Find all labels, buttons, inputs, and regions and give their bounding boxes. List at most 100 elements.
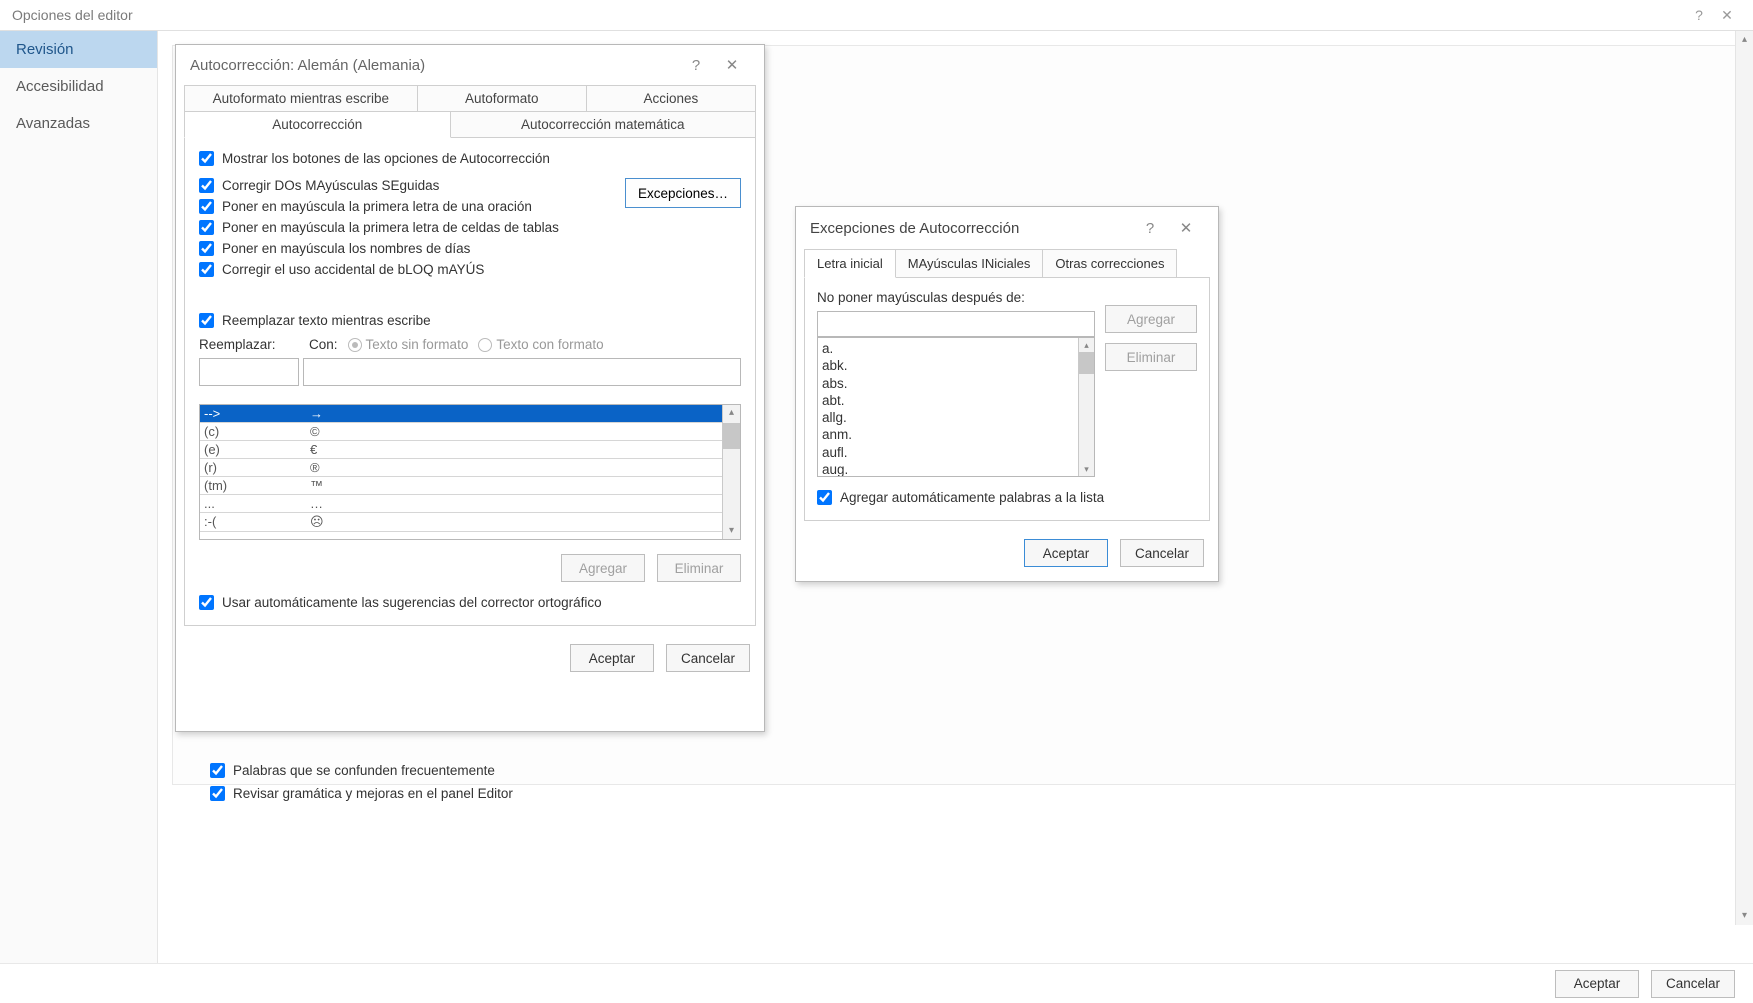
cb-show-buttons[interactable] (199, 151, 214, 166)
cb-replace-row: Reemplazar texto mientras escribe (199, 310, 741, 331)
scroll-down-icon[interactable]: ▾ (1079, 462, 1094, 476)
cb-show-buttons-row: Mostrar los botones de las opciones de A… (199, 148, 741, 169)
tab-first-letter[interactable]: Letra inicial (804, 249, 896, 278)
tab-math-autocorrect[interactable]: Autocorrección matemática (450, 111, 756, 138)
exceptions-list[interactable]: a.abk.abs.abt.allg.anm.aufl.aug. ▴ ▾ (817, 337, 1095, 477)
cell-from: ... (200, 495, 306, 512)
table-row[interactable]: (c)© (200, 423, 722, 441)
cb-days[interactable] (199, 241, 214, 256)
editor-cancel-button[interactable]: Cancelar (1651, 970, 1735, 998)
cb-label: Poner en mayúscula la primera letra de c… (222, 220, 559, 235)
scroll-up-icon[interactable]: ▴ (723, 405, 740, 421)
scroll-thumb[interactable] (723, 423, 740, 449)
cb-auto-add[interactable] (817, 490, 832, 505)
radio-formatted-text[interactable]: Texto con formato (478, 337, 603, 352)
exceptions-delete-button[interactable]: Eliminar (1105, 343, 1197, 371)
cb-label: Usar automáticamente las sugerencias del… (222, 595, 602, 610)
check-confused-words-row: Palabras que se confunden frecuentemente (184, 759, 1719, 782)
list-item[interactable]: abs. (822, 375, 1074, 392)
scroll-down-icon[interactable]: ▾ (723, 523, 740, 539)
help-icon[interactable]: ? (1132, 220, 1168, 237)
radio-label: Texto con formato (496, 337, 603, 352)
list-item[interactable]: aug. (822, 461, 1074, 476)
cb-two-caps[interactable] (199, 178, 214, 193)
cb-capslock[interactable] (199, 262, 214, 277)
table-row[interactable]: (tm)™ (200, 477, 722, 495)
table-row[interactable]: (e)€ (200, 441, 722, 459)
table-row[interactable]: (r)® (200, 459, 722, 477)
cell-to: € (306, 441, 722, 458)
exceptions-ok-button[interactable]: Aceptar (1024, 539, 1108, 567)
help-icon[interactable]: ? (678, 57, 714, 74)
check-confused-words[interactable] (210, 763, 225, 778)
list-item[interactable]: abk. (822, 357, 1074, 374)
list-item[interactable]: abt. (822, 392, 1074, 409)
radio-icon (348, 338, 362, 352)
cb-label: Agregar automáticamente palabras a la li… (840, 490, 1104, 505)
tab-label: Letra inicial (817, 256, 883, 271)
cb-replace[interactable] (199, 313, 214, 328)
scroll-thumb[interactable] (1079, 352, 1094, 374)
table-row[interactable]: -->→ (200, 405, 722, 423)
replace-input[interactable] (199, 358, 299, 386)
tab-actions[interactable]: Acciones (586, 85, 756, 112)
replace-scrollbar[interactable]: ▴ ▾ (722, 405, 740, 539)
autocorrect-title: Autocorrección: Alemán (Alemania) (190, 57, 425, 74)
radio-label: Texto sin formato (366, 337, 469, 352)
tab-other-corrections[interactable]: Otras correcciones (1042, 249, 1177, 278)
close-icon[interactable]: ✕ (714, 56, 750, 74)
button-label: Cancelar (1666, 976, 1720, 991)
replace-delete-button[interactable]: Eliminar (657, 554, 741, 582)
list-item[interactable]: anm. (822, 426, 1074, 443)
exceptions-add-button[interactable]: Agregar (1105, 305, 1197, 333)
autocorrect-tabs: Autoformato mientras escribe Autoformato… (176, 85, 764, 138)
close-icon[interactable]: ✕ (1713, 7, 1741, 24)
table-row[interactable]: :-(☹ (200, 513, 722, 532)
exceptions-cancel-button[interactable]: Cancelar (1120, 539, 1204, 567)
button-label: Aceptar (1043, 546, 1090, 561)
close-icon[interactable]: ✕ (1168, 219, 1204, 237)
sidebar-item-avanzadas[interactable]: Avanzadas (0, 105, 157, 142)
autocorrect-titlebar: Autocorrección: Alemán (Alemania) ? ✕ (176, 45, 764, 85)
tab-autocorrect[interactable]: Autocorrección (184, 111, 451, 138)
replace-add-button[interactable]: Agregar (561, 554, 645, 582)
table-row[interactable]: ...… (200, 495, 722, 513)
scroll-up-icon[interactable]: ▴ (1079, 338, 1094, 352)
help-icon[interactable]: ? (1685, 7, 1713, 23)
tab-initial-caps[interactable]: MAyúsculas INiciales (895, 249, 1044, 278)
cb-sentence[interactable] (199, 199, 214, 214)
cb-label: Corregir el uso accidental de bLOQ mAYÚS (222, 262, 484, 277)
tab-autoformat[interactable]: Autoformato (417, 85, 587, 112)
cb-label: Corregir DOs MAyúsculas SEguidas (222, 178, 439, 193)
check-grammar[interactable] (210, 786, 225, 801)
cell-to: → (306, 405, 722, 422)
cb-days-row: Poner en mayúscula los nombres de días (199, 238, 741, 259)
tab-label: Otras correcciones (1055, 256, 1164, 271)
autocorrect-ok-button[interactable]: Aceptar (570, 644, 654, 672)
radio-plain-text[interactable]: Texto sin formato (348, 337, 469, 352)
list-item[interactable]: allg. (822, 409, 1074, 426)
with-input[interactable] (303, 358, 741, 386)
list-item[interactable]: aufl. (822, 444, 1074, 461)
cb-tablecell[interactable] (199, 220, 214, 235)
main-scrollbar[interactable]: ▴ ▾ (1735, 31, 1753, 925)
autocorrect-cancel-button[interactable]: Cancelar (666, 644, 750, 672)
replace-labels: Reemplazar: Con: Texto sin formato Texto… (199, 337, 741, 352)
sidebar-item-revision[interactable]: Revisión (0, 31, 157, 68)
exceptions-input[interactable] (817, 311, 1095, 337)
exceptions-button[interactable]: Excepciones… (625, 178, 741, 208)
tab-autoformat-typing[interactable]: Autoformato mientras escribe (184, 85, 418, 112)
tab-label: Acciones (644, 91, 699, 106)
exceptions-title: Excepciones de Autocorrección (810, 220, 1019, 237)
scroll-down-icon[interactable]: ▾ (1736, 907, 1753, 925)
cell-from: (c) (200, 423, 306, 440)
button-label: Agregar (579, 561, 627, 576)
button-label: Cancelar (681, 651, 735, 666)
exceptions-scrollbar[interactable]: ▴ ▾ (1078, 338, 1094, 476)
scroll-up-icon[interactable]: ▴ (1736, 31, 1753, 49)
list-item[interactable]: a. (822, 340, 1074, 357)
sidebar-item-accesibilidad[interactable]: Accesibilidad (0, 68, 157, 105)
editor-ok-button[interactable]: Aceptar (1555, 970, 1639, 998)
cb-spellcheck[interactable] (199, 595, 214, 610)
cell-to: ® (306, 459, 722, 476)
